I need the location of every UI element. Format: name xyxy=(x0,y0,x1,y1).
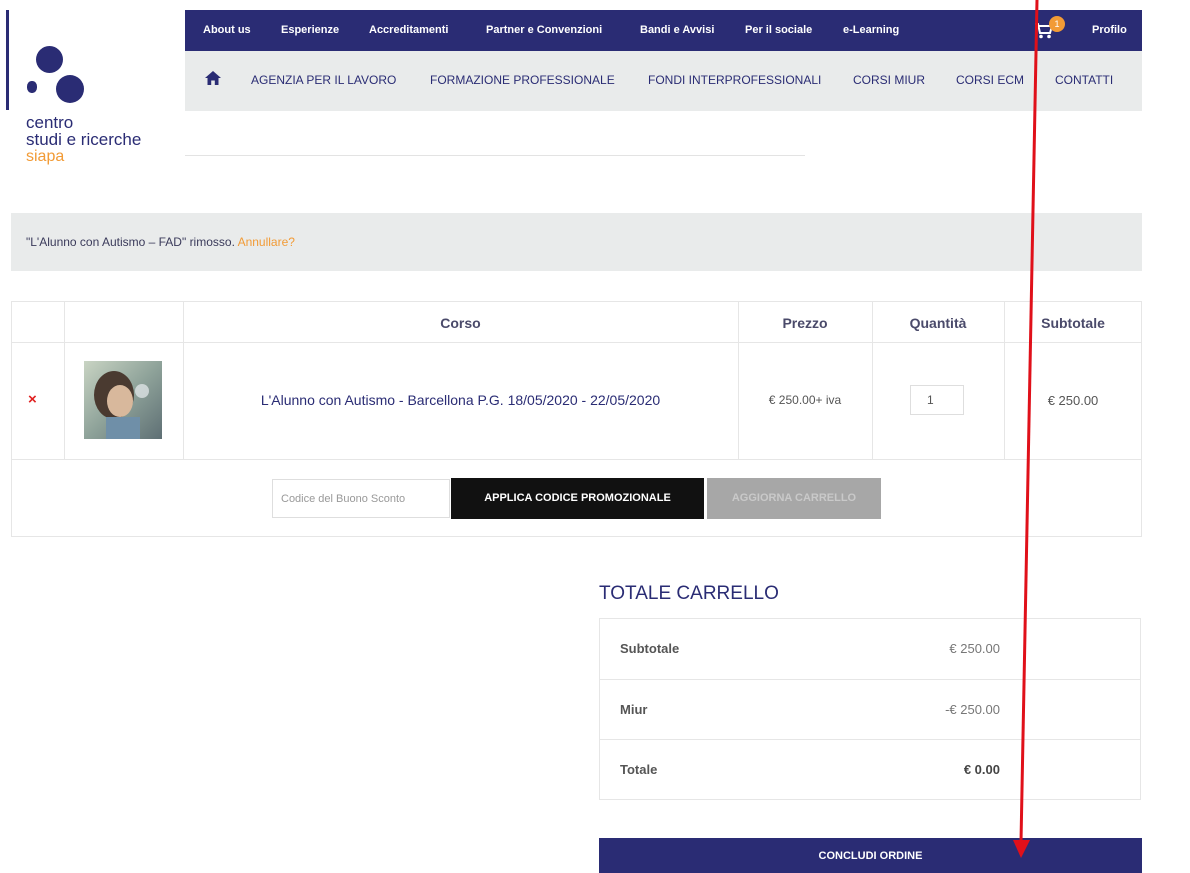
logo-dot xyxy=(27,81,37,93)
notice-text: "L'Alunno con Autismo – FAD" rimosso. An… xyxy=(26,235,295,249)
logo-text: centro studi e ricerche siapa xyxy=(26,114,141,165)
total-label: Totale xyxy=(620,762,658,777)
cart-totals-title: TOTALE CARRELLO xyxy=(599,583,779,604)
total-value: € 0.00 xyxy=(963,762,1000,777)
cart-table: Corso Prezzo Quantità Subtotale × L'Alun… xyxy=(11,301,1142,537)
coupon-input[interactable] xyxy=(272,479,450,518)
undo-link[interactable]: Annullare? xyxy=(238,235,295,249)
header-divider xyxy=(185,155,805,156)
header-subtotal: Subtotale xyxy=(1041,315,1105,331)
product-image xyxy=(84,361,162,439)
apply-coupon-button[interactable]: APPLICA CODICE PROMOZIONALE xyxy=(451,478,704,519)
subtotal-label: Subtotale xyxy=(620,641,680,656)
nav-contatti[interactable]: CONTATTI xyxy=(1055,73,1113,87)
nav-per-il-sociale[interactable]: Per il sociale xyxy=(745,24,812,36)
nav-corsi-miur[interactable]: CORSI MIUR xyxy=(853,73,925,87)
nav-accreditamenti[interactable]: Accreditamenti xyxy=(369,24,448,36)
nav-agenzia-lavoro[interactable]: AGENZIA PER IL LAVORO xyxy=(251,73,396,87)
header-price: Prezzo xyxy=(782,315,828,331)
nav-e-learning[interactable]: e-Learning xyxy=(843,24,899,36)
left-accent-line xyxy=(6,10,9,110)
nav-fondi-interprofessionali[interactable]: FONDI INTERPROFESSIONALI xyxy=(648,73,821,87)
remove-item-button[interactable]: × xyxy=(28,391,37,408)
totals-row-discount: Miur -€ 250.00 xyxy=(600,680,1140,740)
nav-profile[interactable]: Profilo xyxy=(1092,24,1127,36)
cart-notice: "L'Alunno con Autismo – FAD" rimosso. An… xyxy=(11,213,1142,271)
main-nav: AGENZIA PER IL LAVORO FORMAZIONE PROFESS… xyxy=(185,51,1142,111)
table-row-divider xyxy=(12,459,1141,460)
site-logo[interactable]: centro studi e ricerche siapa xyxy=(26,44,176,179)
notice-message: "L'Alunno con Autismo – FAD" rimosso. xyxy=(26,235,235,249)
nav-bandi-avvisi[interactable]: Bandi e Avvisi xyxy=(640,24,714,36)
header-quantity: Quantità xyxy=(909,315,967,331)
table-column-divider xyxy=(64,302,65,459)
nav-partner-convenzioni[interactable]: Partner e Convenzioni xyxy=(486,24,602,36)
home-icon[interactable] xyxy=(205,71,221,85)
product-name-link[interactable]: L'Alunno con Autismo - Barcellona P.G. 1… xyxy=(183,392,738,408)
discount-label: Miur xyxy=(620,702,648,717)
totals-row-subtotal: Subtotale € 250.00 xyxy=(600,619,1140,679)
cart-totals-table: Subtotale € 250.00 Miur -€ 250.00 Totale… xyxy=(599,618,1141,800)
logo-dot xyxy=(36,46,63,73)
product-price: € 250.00+ iva xyxy=(768,393,842,407)
nav-formazione-professionale[interactable]: FORMAZIONE PROFESSIONALE xyxy=(430,73,615,87)
header-course: Corso xyxy=(440,315,481,331)
logo-line-1: centro xyxy=(26,113,74,132)
logo-dot xyxy=(56,75,84,103)
nav-esperienze[interactable]: Esperienze xyxy=(281,24,339,36)
logo-line-2: studi e ricerche xyxy=(26,130,142,149)
checkout-button[interactable]: CONCLUDI ORDINE xyxy=(599,838,1142,873)
nav-corsi-ecm[interactable]: CORSI ECM xyxy=(956,73,1024,87)
line-subtotal: € 250.00 xyxy=(1047,393,1099,408)
subtotal-value: € 250.00 xyxy=(949,641,1000,656)
top-nav: About us Esperienze Accreditamenti Partn… xyxy=(185,10,1142,51)
discount-value: -€ 250.00 xyxy=(945,702,1000,717)
cart-button[interactable]: 1 xyxy=(1035,16,1065,42)
quantity-input[interactable] xyxy=(910,385,964,415)
table-row-divider xyxy=(12,342,1141,343)
totals-row-total: Totale € 0.00 xyxy=(600,740,1140,800)
nav-about-us[interactable]: About us xyxy=(203,24,251,36)
update-cart-button[interactable]: AGGIORNA CARRELLO xyxy=(707,478,881,519)
logo-line-3: siapa xyxy=(26,148,65,165)
cart-count-badge: 1 xyxy=(1049,16,1065,32)
product-thumbnail[interactable] xyxy=(84,361,162,439)
